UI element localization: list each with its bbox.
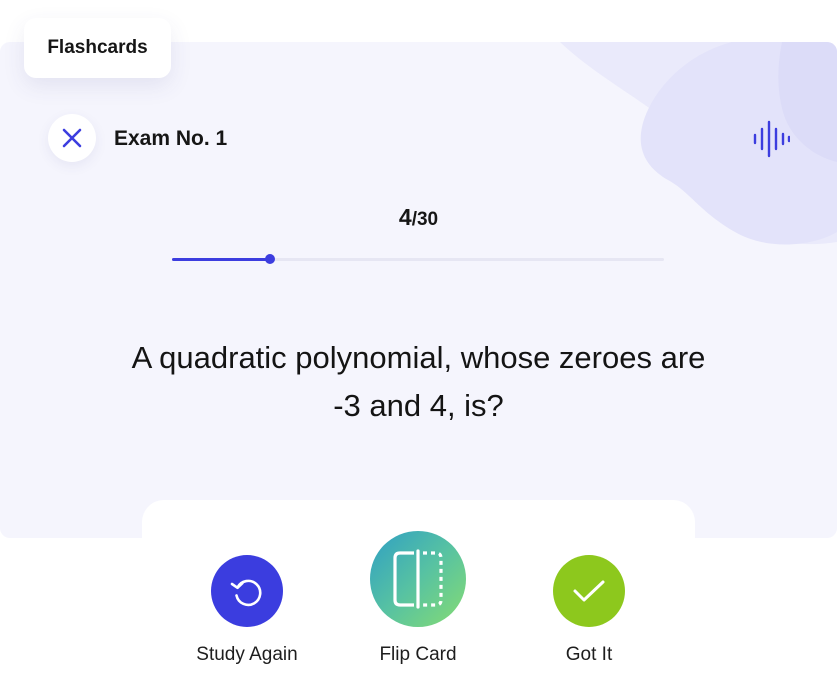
study-again-circle[interactable] [211,555,283,627]
flashcard-panel [0,42,837,538]
study-again-button[interactable]: Study Again [196,555,298,665]
flip-card-circle[interactable] [370,531,466,627]
exam-title: Exam No. 1 [114,127,228,150]
progress-counter: 4/30 [0,202,837,236]
flip-card-icon [393,549,443,609]
study-again-label: Study Again [196,644,298,665]
background-blob-decoration [560,42,837,245]
flashcards-tag-label: Flashcards [47,37,148,58]
progress-current: 4 [398,204,412,230]
flashcards-tag: Flashcards [24,18,171,78]
action-bar: Study Again Flip Card Got It [142,500,695,699]
got-it-button[interactable]: Got It [553,555,625,665]
progress-fill [172,258,271,261]
got-it-label: Got It [565,644,613,665]
close-button[interactable] [48,114,96,162]
progress-bar [172,254,664,264]
got-it-circle[interactable] [553,555,625,627]
flip-card-button[interactable]: Flip Card [370,531,466,665]
checkmark-icon [573,580,605,602]
audio-waveform-icon[interactable] [752,120,790,158]
progress-total: /30 [411,209,439,230]
refresh-icon [230,579,262,607]
flip-card-label: Flip Card [379,644,457,665]
question-text: A quadratic polynomial, whose zeroes are… [131,340,706,423]
close-icon [62,128,82,148]
